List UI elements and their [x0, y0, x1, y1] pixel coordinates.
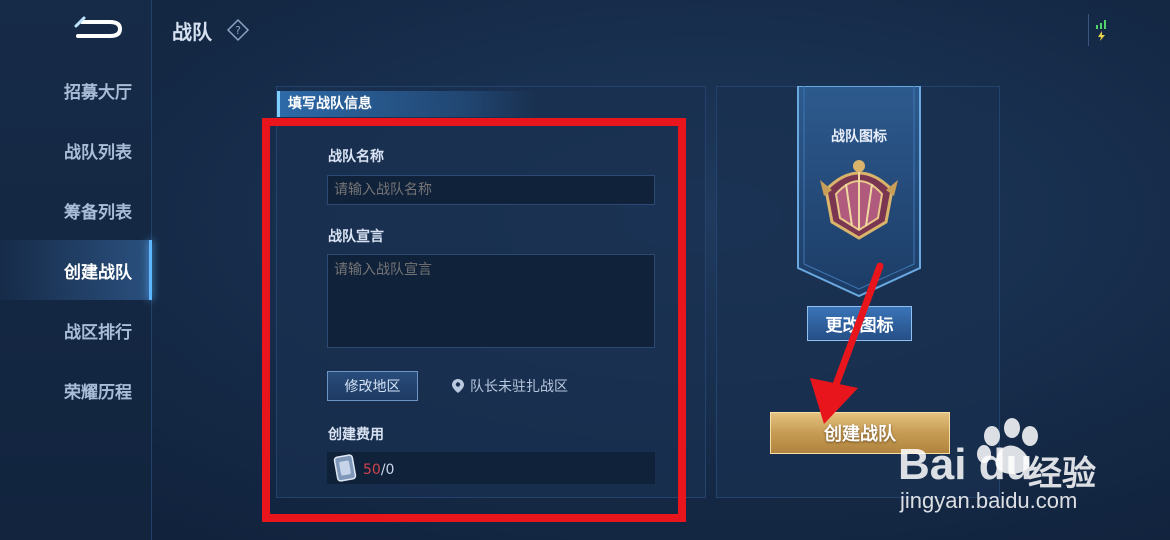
sidebar-item-label: 招募大厅 — [64, 82, 132, 103]
sidebar-item-region-ranking[interactable]: 战区排行 — [0, 300, 152, 360]
watermark-brand: Bai du — [898, 440, 1033, 489]
sidebar-item-label: 战队列表 — [64, 142, 132, 163]
back-arrow-icon[interactable] — [70, 14, 126, 44]
sidebar-item-prep-list[interactable]: 筹备列表 — [0, 180, 152, 240]
annotation-arrow-icon — [810, 262, 884, 424]
sidebar-item-glory-history[interactable]: 荣耀历程 — [0, 360, 152, 420]
team-emblem-icon — [820, 160, 898, 240]
watermark-url: jingyan.baidu.com — [900, 488, 1078, 513]
battery-charging-icon — [1097, 31, 1105, 41]
icon-panel-title: 战队图标 — [831, 129, 887, 145]
sidebar-item-label: 筹备列表 — [64, 202, 132, 223]
panel-header: 填写战队信息 — [277, 91, 537, 117]
network-status-indicator — [1088, 14, 1114, 46]
help-icon[interactable]: ? — [226, 18, 250, 42]
sidebar: 招募大厅 战队列表 筹备列表 创建战队 战区排行 荣耀历程 — [0, 0, 152, 540]
sidebar-item-label: 战区排行 — [64, 322, 132, 343]
page-title: 战队 — [172, 20, 212, 44]
signal-icon — [1095, 20, 1106, 29]
sidebar-item-create-team[interactable]: 创建战队 — [0, 240, 152, 300]
sidebar-item-team-list[interactable]: 战队列表 — [0, 120, 152, 180]
sidebar-item-recruit-hall[interactable]: 招募大厅 — [0, 60, 152, 120]
svg-text:?: ? — [235, 24, 241, 37]
sidebar-item-label: 创建战队 — [64, 262, 132, 283]
highlight-annotation-box — [262, 118, 686, 522]
sidebar-item-label: 荣耀历程 — [64, 382, 132, 403]
